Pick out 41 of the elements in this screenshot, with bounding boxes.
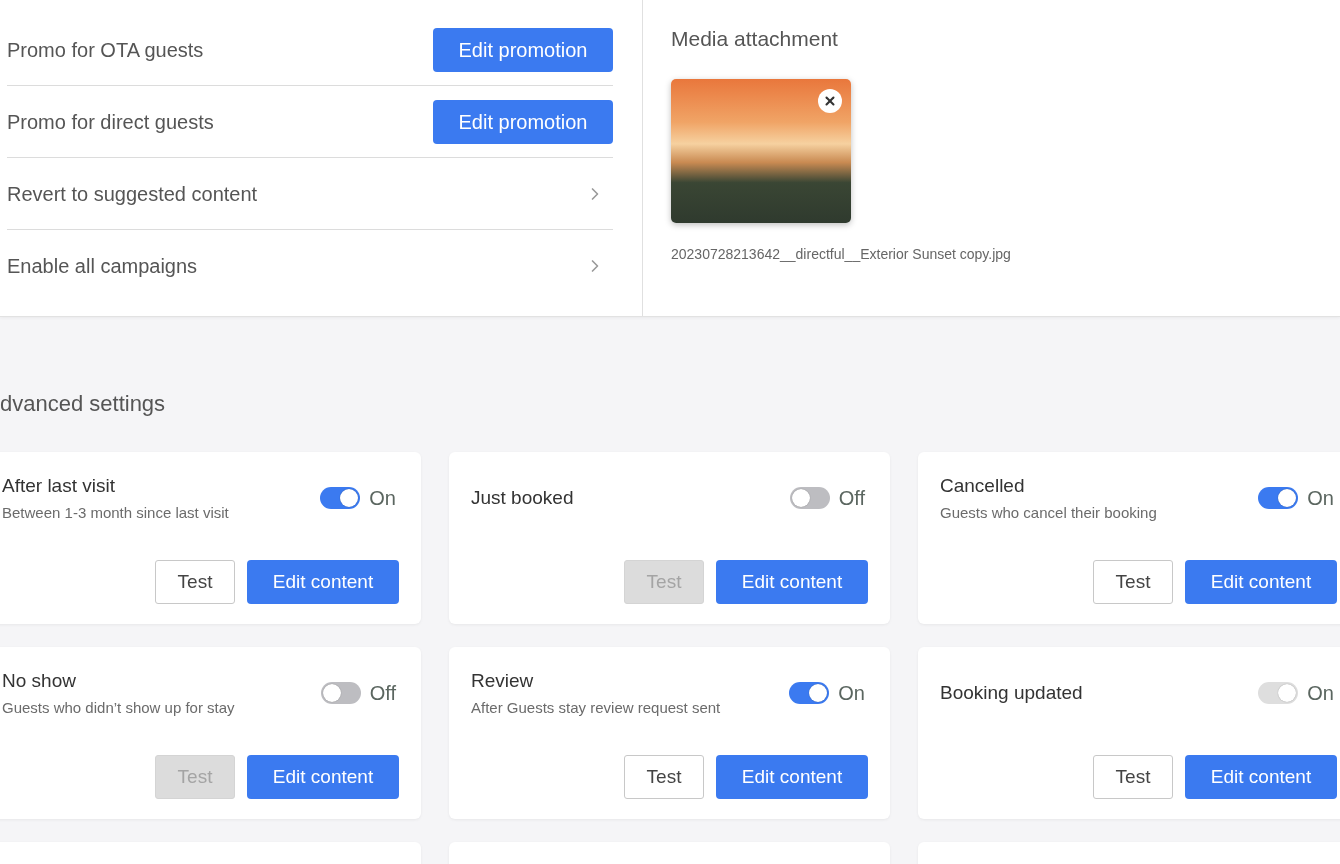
toggle-label: On [1307, 681, 1334, 706]
edit-content-button[interactable]: Edit content [247, 755, 399, 799]
edit-content-button[interactable]: Edit content [247, 560, 399, 604]
test-button[interactable]: Test [155, 560, 235, 604]
edit-content-button[interactable]: Edit content [716, 755, 868, 799]
toggle-switch[interactable] [789, 682, 830, 704]
card-title: Booking updated [940, 681, 1083, 705]
menu-row[interactable]: Revert to suggested content [7, 171, 613, 216]
toggle-switch[interactable] [789, 487, 830, 509]
card-title: Review [471, 668, 535, 693]
promo-label: Promo for OTA guests [7, 37, 204, 63]
edit-content-button[interactable]: Edit content [1185, 755, 1337, 799]
edit-content-button[interactable]: Edit content [716, 560, 868, 604]
test-button[interactable]: Test [1093, 755, 1173, 799]
toggle-switch[interactable] [320, 487, 361, 509]
section-title: dvanced settings [0, 391, 166, 416]
card-subtitle: Between 1-3 month since last visit [2, 502, 229, 523]
toggle-label: On [369, 486, 396, 511]
toggle-switch[interactable] [320, 682, 361, 704]
promo-label: Promo for direct guests [7, 109, 214, 135]
card-title: After last visit [2, 473, 116, 498]
toggle-switch[interactable] [1258, 487, 1299, 509]
menu-row[interactable]: Enable all campaigns [7, 244, 613, 288]
toggle-label: Off [838, 486, 865, 511]
edit-promotion-button[interactable]: Edit promotion [433, 27, 613, 72]
card-subtitle: Guests who didn’t show up for stay [2, 697, 235, 718]
toggle-label: On [838, 681, 865, 706]
card-subtitle: Guests who cancel their booking [940, 502, 1157, 523]
close-icon [823, 94, 837, 108]
test-button[interactable]: Test [624, 755, 704, 799]
toggle-label: On [1307, 486, 1334, 511]
card-subtitle: After Guests stay review request sent [471, 697, 721, 718]
toggle-label: Off [369, 681, 396, 706]
media-title: Media attachment [671, 26, 838, 52]
card-title: Cancelled [940, 473, 1026, 498]
test-button[interactable]: Test [1093, 560, 1173, 604]
card-title: Just booked [471, 486, 574, 510]
edit-content-button[interactable]: Edit content [1185, 560, 1337, 604]
file-name: 20230728213642__directful__Exterior Sunset copy.jpg [671, 245, 1011, 263]
edit-promotion-button[interactable]: Edit promotion [433, 99, 613, 144]
card-title: No show [2, 668, 77, 693]
